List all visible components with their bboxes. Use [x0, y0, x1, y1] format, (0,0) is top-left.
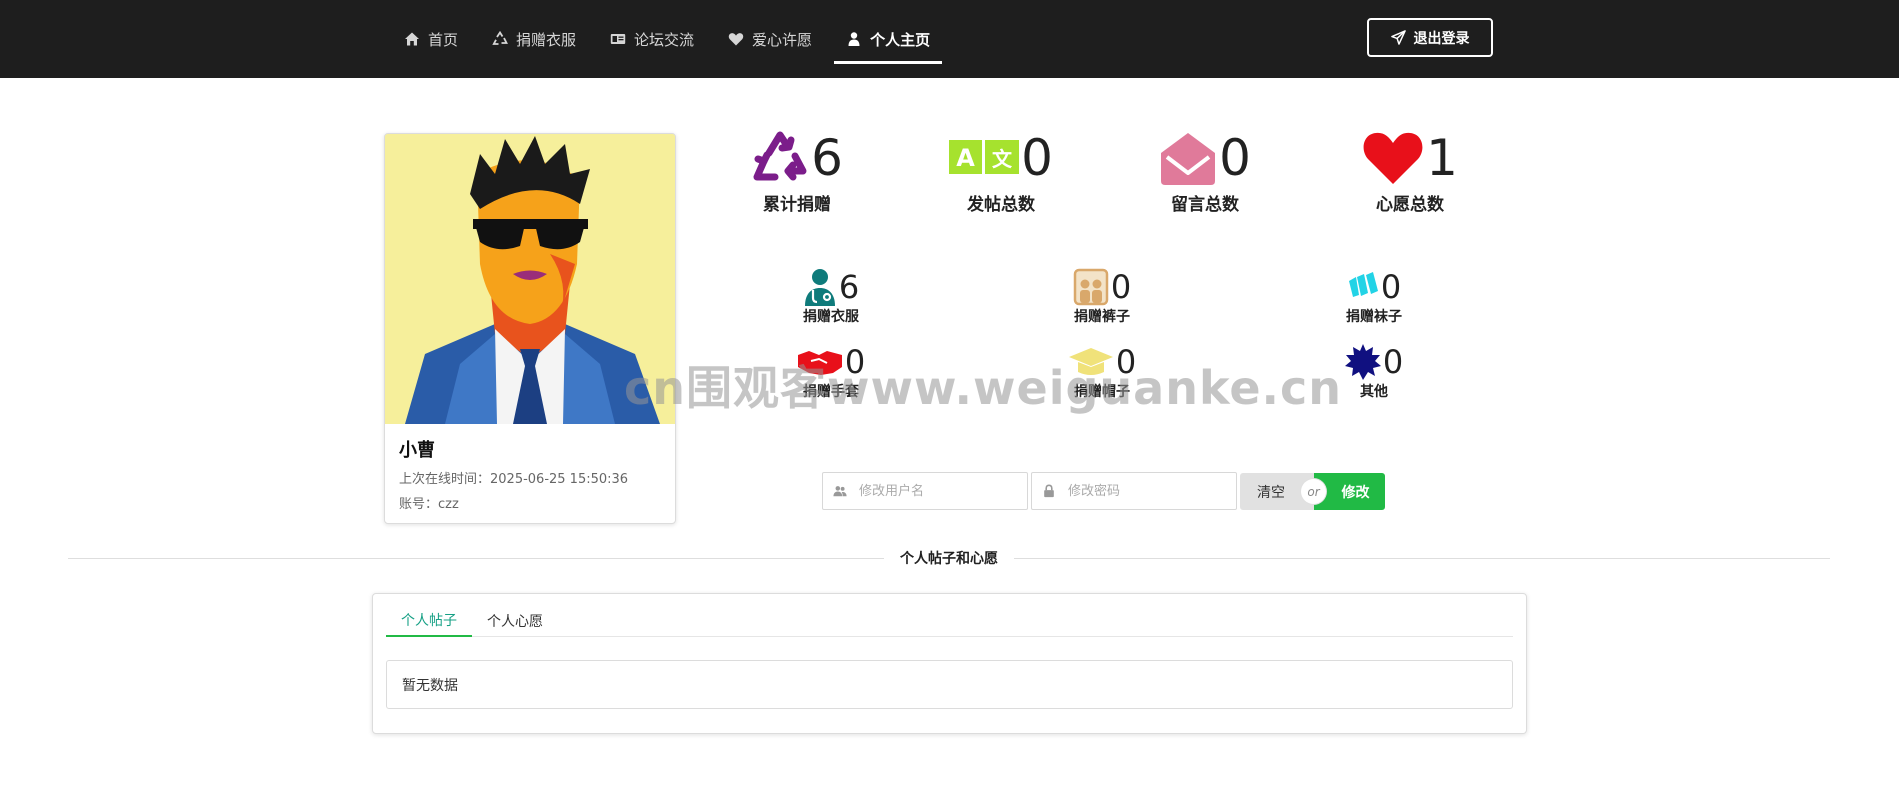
- stat-donate-clothes: 6 捐赠衣服: [771, 268, 891, 326]
- stat-label: 心愿总数: [1376, 195, 1444, 215]
- stat-label: 捐赠手套: [803, 384, 859, 400]
- nav-item-forum[interactable]: 论坛交流: [594, 0, 710, 78]
- stat-label: 捐赠帽子: [1074, 384, 1130, 400]
- stat-label: 其他: [1360, 384, 1388, 400]
- stat-value: 0: [1110, 268, 1132, 306]
- stat-other: 0 其他: [1314, 343, 1434, 401]
- stat-label: 捐赠衣服: [803, 309, 859, 325]
- watermark-text: cn围观客www.weiguanke.cn: [624, 361, 1343, 415]
- stat-total-wishes: 1 心愿总数: [1335, 128, 1485, 215]
- svg-text:A: A: [956, 144, 975, 172]
- stat-donate-socks: 0 捐赠袜子: [1314, 268, 1434, 326]
- section-divider: 个人帖子和心愿: [68, 548, 1830, 568]
- stat-value: 0: [1021, 129, 1053, 187]
- stat-donate-hats: 0 捐赠帽子: [1042, 343, 1162, 401]
- tab-bar: 个人帖子 个人心愿: [386, 604, 1513, 637]
- graduation-cap-icon: [1068, 348, 1113, 375]
- stat-total-messages: 0 留言总数: [1130, 128, 1280, 215]
- user-icon: [846, 31, 862, 47]
- divider-line: [1014, 557, 1830, 559]
- nav-item-donate-clothes[interactable]: 捐赠衣服: [476, 0, 592, 78]
- profile-card: 小曹 上次在线时间：2025-06-25 15:50:36 账号：czz: [384, 133, 676, 524]
- stat-label: 累计捐赠: [763, 195, 831, 215]
- id-card-icon: [610, 31, 626, 47]
- logout-button[interactable]: 退出登录: [1367, 18, 1493, 57]
- password-input[interactable]: [1066, 474, 1226, 508]
- profile-name: 小曹: [399, 440, 435, 461]
- stat-label: 发帖总数: [967, 195, 1035, 215]
- stat-label: 捐赠袜子: [1346, 309, 1402, 325]
- users-icon: [823, 484, 857, 498]
- paper-plane-icon: [1390, 30, 1406, 45]
- stat-label: 捐赠裤子: [1074, 309, 1130, 325]
- stat-value: 0: [1115, 343, 1137, 381]
- posts-wishes-panel: 个人帖子 个人心愿 暂无数据: [372, 593, 1527, 734]
- nav-item-profile[interactable]: 个人主页: [830, 0, 946, 78]
- or-divider-badge: or: [1301, 479, 1326, 504]
- pants-icon: [1073, 268, 1109, 306]
- username-field: [822, 472, 1028, 510]
- profile-info: 小曹 上次在线时间：2025-06-25 15:50:36 账号：czz: [385, 424, 675, 523]
- recycle-icon: [753, 131, 807, 181]
- handshake-icon: [797, 351, 842, 375]
- section-title: 个人帖子和心愿: [900, 551, 998, 567]
- stat-value: 0: [1219, 129, 1251, 187]
- heart-icon: [728, 31, 744, 47]
- tab-my-wishes[interactable]: 个人心愿: [472, 604, 558, 637]
- recycle-icon: [492, 31, 508, 47]
- heart-icon: [1363, 132, 1423, 184]
- nav-item-wishes[interactable]: 爱心许愿: [712, 0, 828, 78]
- logout-label: 退出登录: [1413, 30, 1470, 47]
- nav-item-label: 首页: [428, 30, 459, 49]
- stat-donate-pants: 0 捐赠裤子: [1042, 268, 1162, 326]
- main-nav: 首页 捐赠衣服 论坛交流 爱心许愿 个人主页: [388, 0, 948, 78]
- home-icon: [404, 31, 420, 47]
- nav-item-label: 个人主页: [870, 30, 931, 49]
- empty-state-box: 暂无数据: [386, 660, 1513, 709]
- top-navbar: 首页 捐赠衣服 论坛交流 爱心许愿 个人主页 退出登录: [0, 0, 1899, 78]
- nav-item-home[interactable]: 首页: [388, 0, 474, 78]
- divider-line: [68, 557, 884, 559]
- tab-my-posts[interactable]: 个人帖子: [386, 604, 472, 637]
- svg-text:文: 文: [992, 147, 1013, 171]
- stat-label: 留言总数: [1171, 195, 1239, 215]
- stat-value: 0: [844, 343, 866, 381]
- password-field: [1031, 472, 1237, 510]
- clear-label: 清空: [1257, 484, 1285, 501]
- stat-total-donations: 6 累计捐赠: [722, 128, 872, 215]
- lock-icon: [1032, 484, 1066, 498]
- stat-value: 0: [1380, 268, 1402, 306]
- stat-value: 1: [1426, 129, 1458, 187]
- starburst-icon: [1344, 344, 1381, 380]
- envelope-open-icon: [1161, 133, 1216, 185]
- avatar: [385, 134, 675, 424]
- translate-icon: A 文: [949, 140, 1020, 174]
- nav-item-label: 捐赠衣服: [516, 30, 577, 49]
- socks-icon: [1348, 272, 1378, 297]
- stat-total-posts: A 文 0 发帖总数: [926, 128, 1076, 215]
- nav-item-label: 爱心许愿: [752, 30, 813, 49]
- stat-value: 6: [811, 129, 843, 187]
- stat-donate-gloves: 0 捐赠手套: [771, 343, 891, 401]
- empty-state-text: 暂无数据: [402, 677, 458, 694]
- modify-label: 修改: [1341, 484, 1370, 501]
- doctor-icon: [804, 269, 835, 306]
- nav-item-label: 论坛交流: [634, 30, 695, 49]
- account-id: 账号：czz: [399, 497, 459, 512]
- last-online-time: 上次在线时间：2025-06-25 15:50:36: [399, 472, 629, 487]
- stat-value: 0: [1382, 343, 1404, 381]
- stat-value: 6: [838, 268, 860, 306]
- username-input[interactable]: [857, 474, 1017, 508]
